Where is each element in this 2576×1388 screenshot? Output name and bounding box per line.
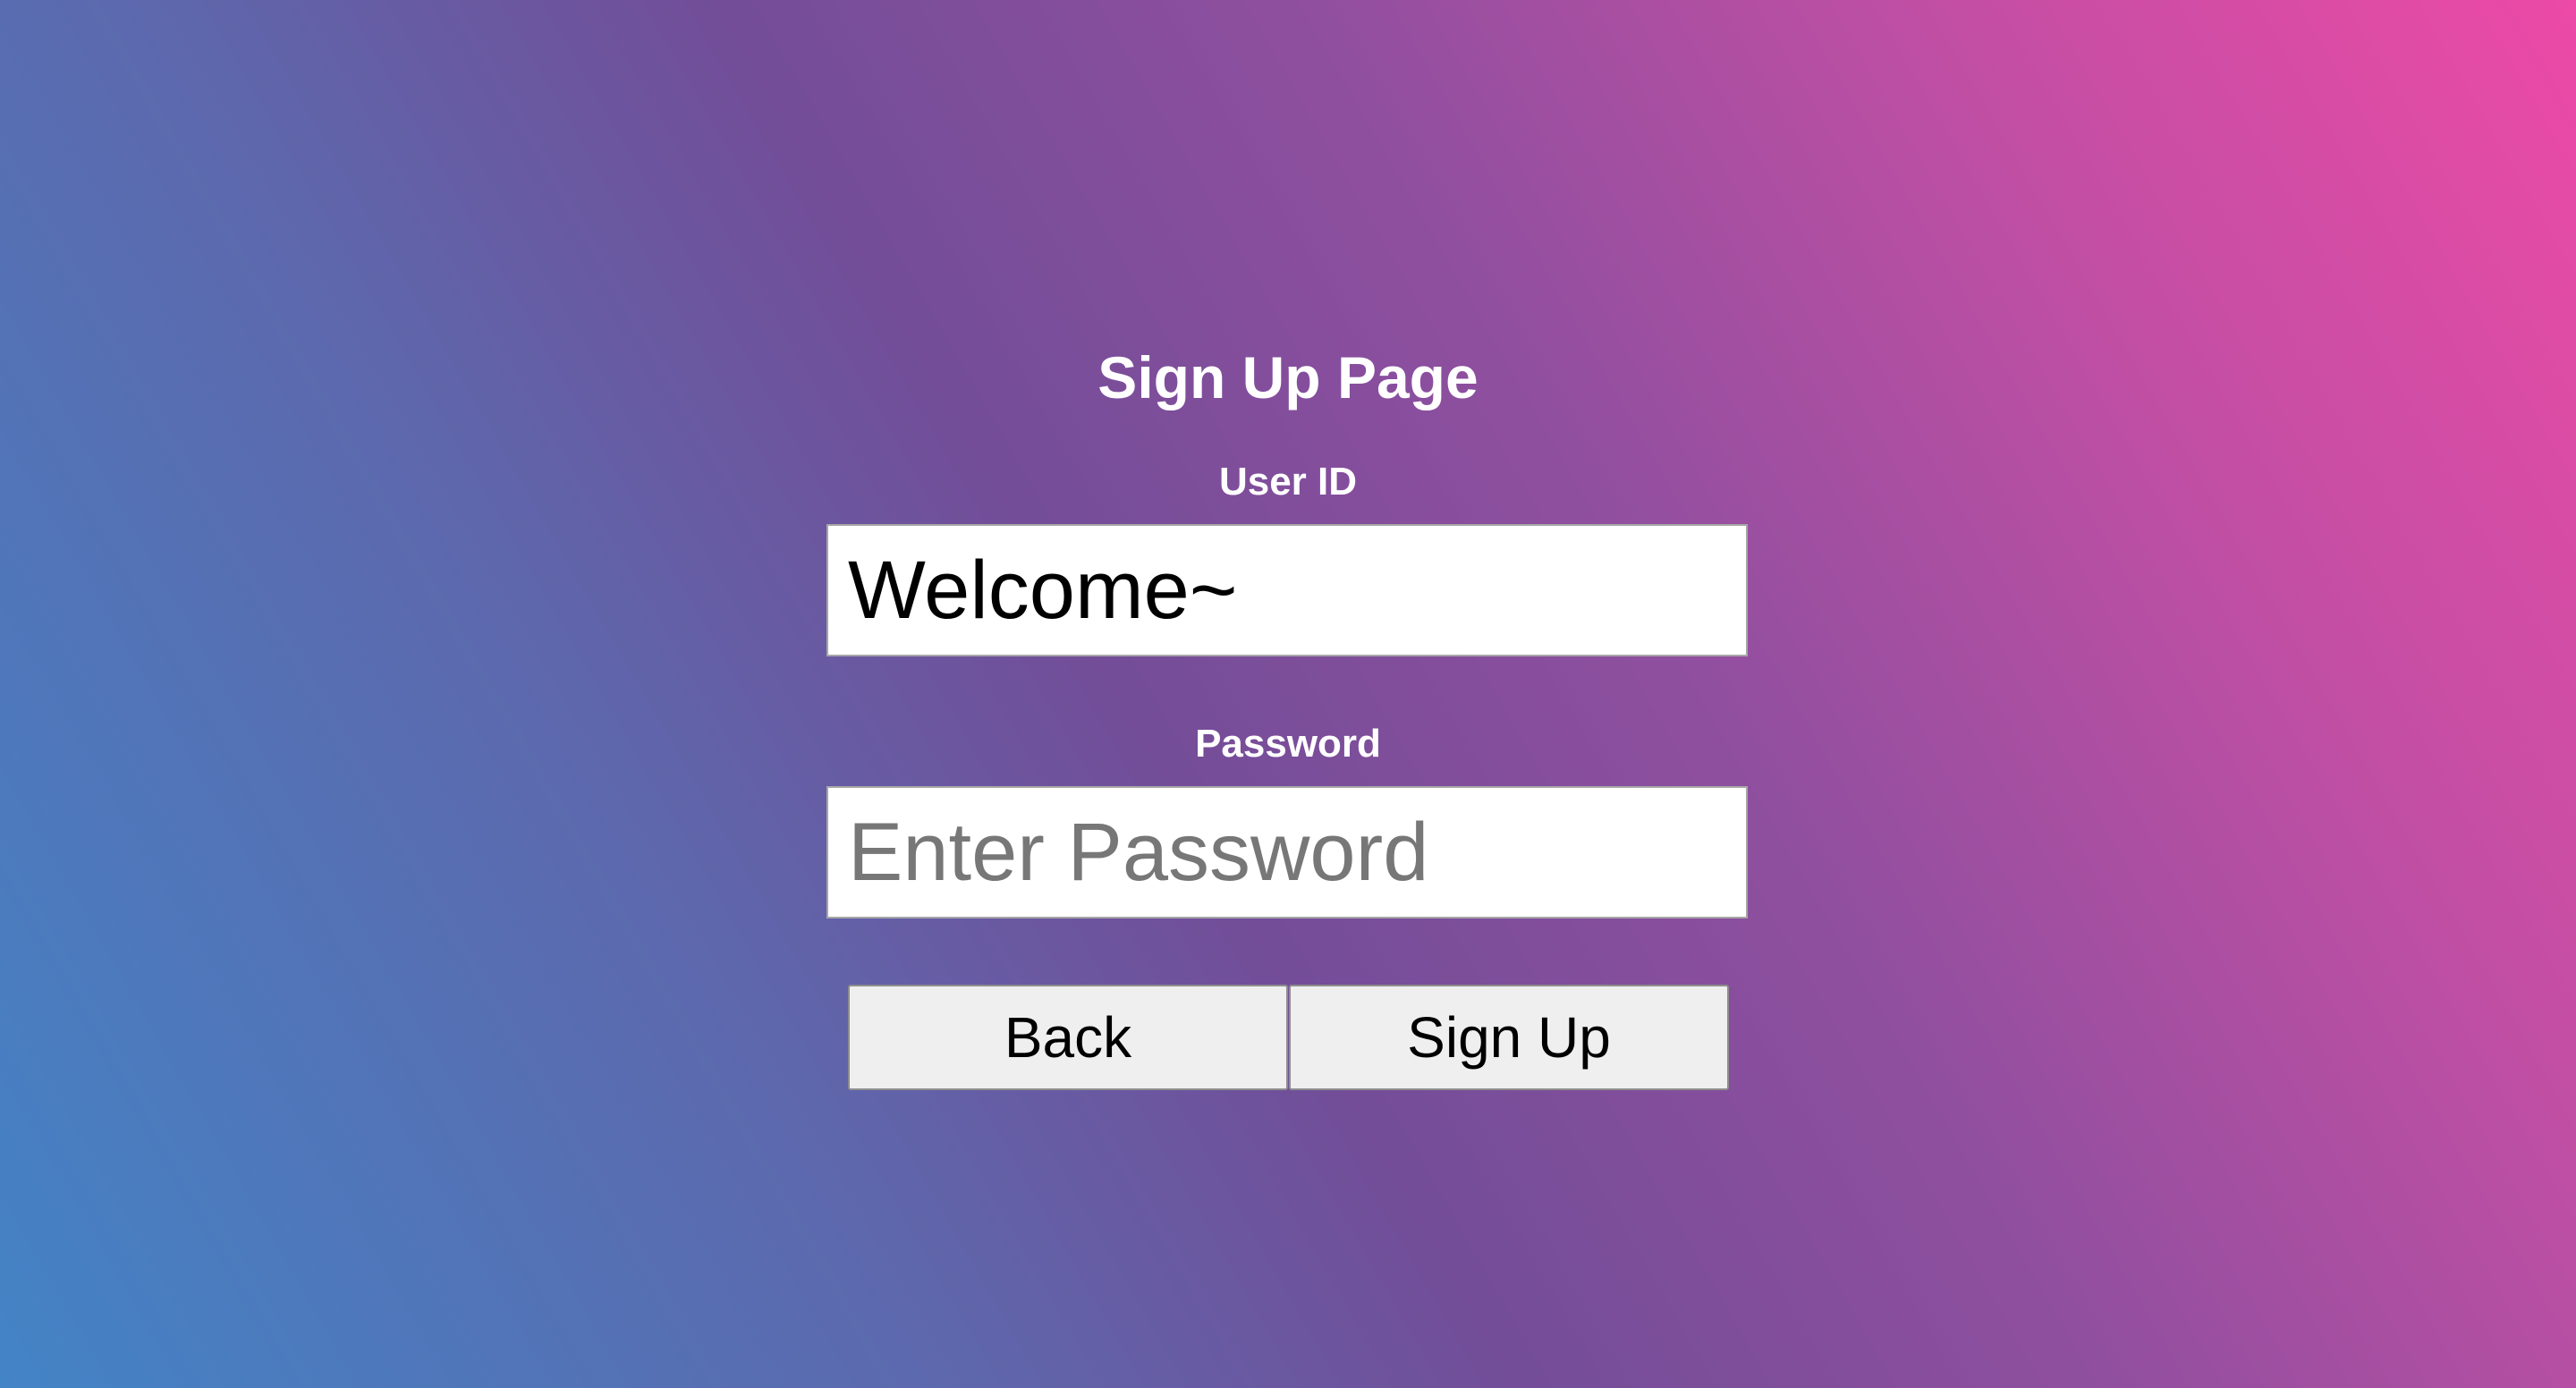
password-label: Password <box>1195 722 1381 766</box>
signup-form: Sign Up Page User ID Password Back Sign … <box>0 0 2576 1388</box>
sign-up-button[interactable]: Sign Up <box>1289 985 1729 1090</box>
password-input[interactable] <box>826 786 1748 918</box>
user-id-label: User ID <box>1218 460 1358 504</box>
back-button[interactable]: Back <box>848 985 1288 1090</box>
page-title: Sign Up Page <box>1097 344 1479 410</box>
user-id-input[interactable] <box>826 524 1748 656</box>
